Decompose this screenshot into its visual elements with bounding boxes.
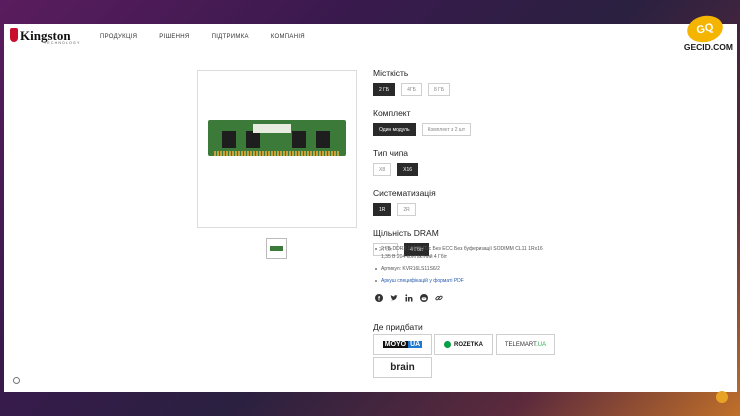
capacity-title: Місткість (373, 68, 409, 78)
rank-option-2r[interactable]: 2R (397, 203, 416, 216)
top-navbar: Kingston TECHNOLOGY ПРОДУКЦІЯ РІШЕННЯ ПІ… (4, 12, 737, 54)
product-thumbnail[interactable] (266, 238, 287, 259)
spec-description-line1: 2 ГБ DDR3 1600 МТ/с Без ECC Без буфериза… (381, 246, 543, 252)
product-options: Місткість 2 ГБ 4ГБ 8 ГБ Комплект Один мо… (373, 68, 673, 268)
gecid-badge-icon: GQ (684, 12, 726, 46)
telemart-logo: TELEMART.UA (505, 342, 546, 348)
rozetka-label: ROZETKA (454, 341, 483, 348)
memory-chip (292, 131, 306, 148)
spec-description-line2: 1,35 В 204-контактний 4 Гбіт (381, 254, 448, 260)
capacity-option-8gb[interactable]: 8 ГБ (427, 83, 451, 96)
product-image[interactable] (197, 70, 357, 228)
ram-sticker (253, 124, 291, 133)
moyo-logo-part1: MOYO (382, 341, 409, 348)
rozetka-logo: ROZETKA (444, 341, 483, 348)
chip-option-x8[interactable]: X8 (373, 163, 392, 176)
cookie-settings-icon[interactable] (13, 377, 20, 384)
brain-logo: brain (390, 362, 415, 373)
twitter-icon[interactable] (390, 294, 398, 302)
kit-title: Комплект (373, 108, 411, 118)
telemart-label: TELEMART (504, 341, 537, 348)
product-page: Kingston TECHNOLOGY ПРОДУКЦІЯ РІШЕННЯ ПІ… (4, 12, 737, 392)
spec-description: 2 ГБ DDR3 1600 МТ/с Без ECC Без буфериза… (373, 245, 573, 261)
kit-options: Один модуль Комплект з 2 шт (373, 123, 673, 136)
density-title: Щільність DRAM (373, 228, 439, 238)
ram-module-image (208, 120, 346, 156)
nav-item-products[interactable]: ПРОДУКЦІЯ (100, 34, 137, 40)
kingston-logo[interactable]: Kingston (10, 28, 71, 42)
shop-brain-button[interactable]: brain (373, 357, 432, 378)
gecid-watermark: GQ GECID.COM (675, 12, 735, 58)
where-to-buy-title: Де придбати (373, 322, 423, 332)
logo-subtitle: TECHNOLOGY (44, 41, 81, 45)
rank-title: Систематизація (373, 188, 436, 198)
chip-type-title: Тип чипа (373, 148, 409, 158)
main-nav: ПРОДУКЦІЯ РІШЕННЯ ПІДТРИМКА КОМПАНІЯ (100, 34, 327, 40)
thumbnail-ram-icon (270, 246, 283, 251)
spec-article: Артикул: KVR16LS11S6/2 (373, 265, 573, 273)
rozetka-dot-icon (444, 341, 451, 348)
nav-item-support[interactable]: ПІДТРИМКА (212, 34, 249, 40)
product-specs: 2 ГБ DDR3 1600 МТ/с Без ECC Без буфериза… (373, 245, 573, 289)
reddit-icon[interactable] (420, 294, 428, 302)
linkedin-icon[interactable] (405, 294, 413, 302)
kingston-emblem-icon (10, 28, 18, 42)
facebook-icon[interactable]: f (375, 294, 383, 303)
memory-chip (246, 131, 260, 148)
shop-moyo-button[interactable]: MOYO UA (373, 334, 432, 355)
telemart-domain: .UA (536, 341, 547, 348)
capacity-option-2gb[interactable]: 2 ГБ (373, 83, 396, 96)
shop-telemart-button[interactable]: TELEMART.UA (496, 334, 555, 355)
spec-pdf-link[interactable]: Аркуш специфікацій у форматі PDF (373, 277, 573, 285)
logo-text: Kingston (20, 27, 71, 43)
kit-option-pair[interactable]: Комплект з 2 шт (421, 123, 472, 136)
nav-item-solutions[interactable]: РІШЕННЯ (159, 34, 189, 40)
memory-chip (316, 131, 330, 148)
share-icons: f (375, 294, 443, 303)
capacity-options: 2 ГБ 4ГБ 8 ГБ (373, 83, 673, 96)
memory-chip (222, 131, 236, 148)
chip-option-x16[interactable]: X16 (397, 163, 419, 176)
moyo-logo-part2: UA (408, 341, 423, 348)
moyo-logo: MOYO UA (382, 341, 423, 348)
nav-item-company[interactable]: КОМПАНІЯ (271, 34, 305, 40)
kit-option-single[interactable]: Один модуль (373, 123, 416, 136)
link-icon[interactable] (435, 294, 443, 302)
shop-rozetka-button[interactable]: ROZETKA (434, 334, 493, 355)
rank-options: 1R 2R (373, 203, 673, 216)
chip-type-options: X8 X16 (373, 163, 673, 176)
desktop-corner-icon (716, 391, 728, 403)
rank-option-1r[interactable]: 1R (373, 203, 392, 216)
capacity-option-4gb[interactable]: 4ГБ (401, 83, 422, 96)
ram-pins (214, 151, 340, 156)
gecid-text: GECID.COM (683, 42, 733, 52)
